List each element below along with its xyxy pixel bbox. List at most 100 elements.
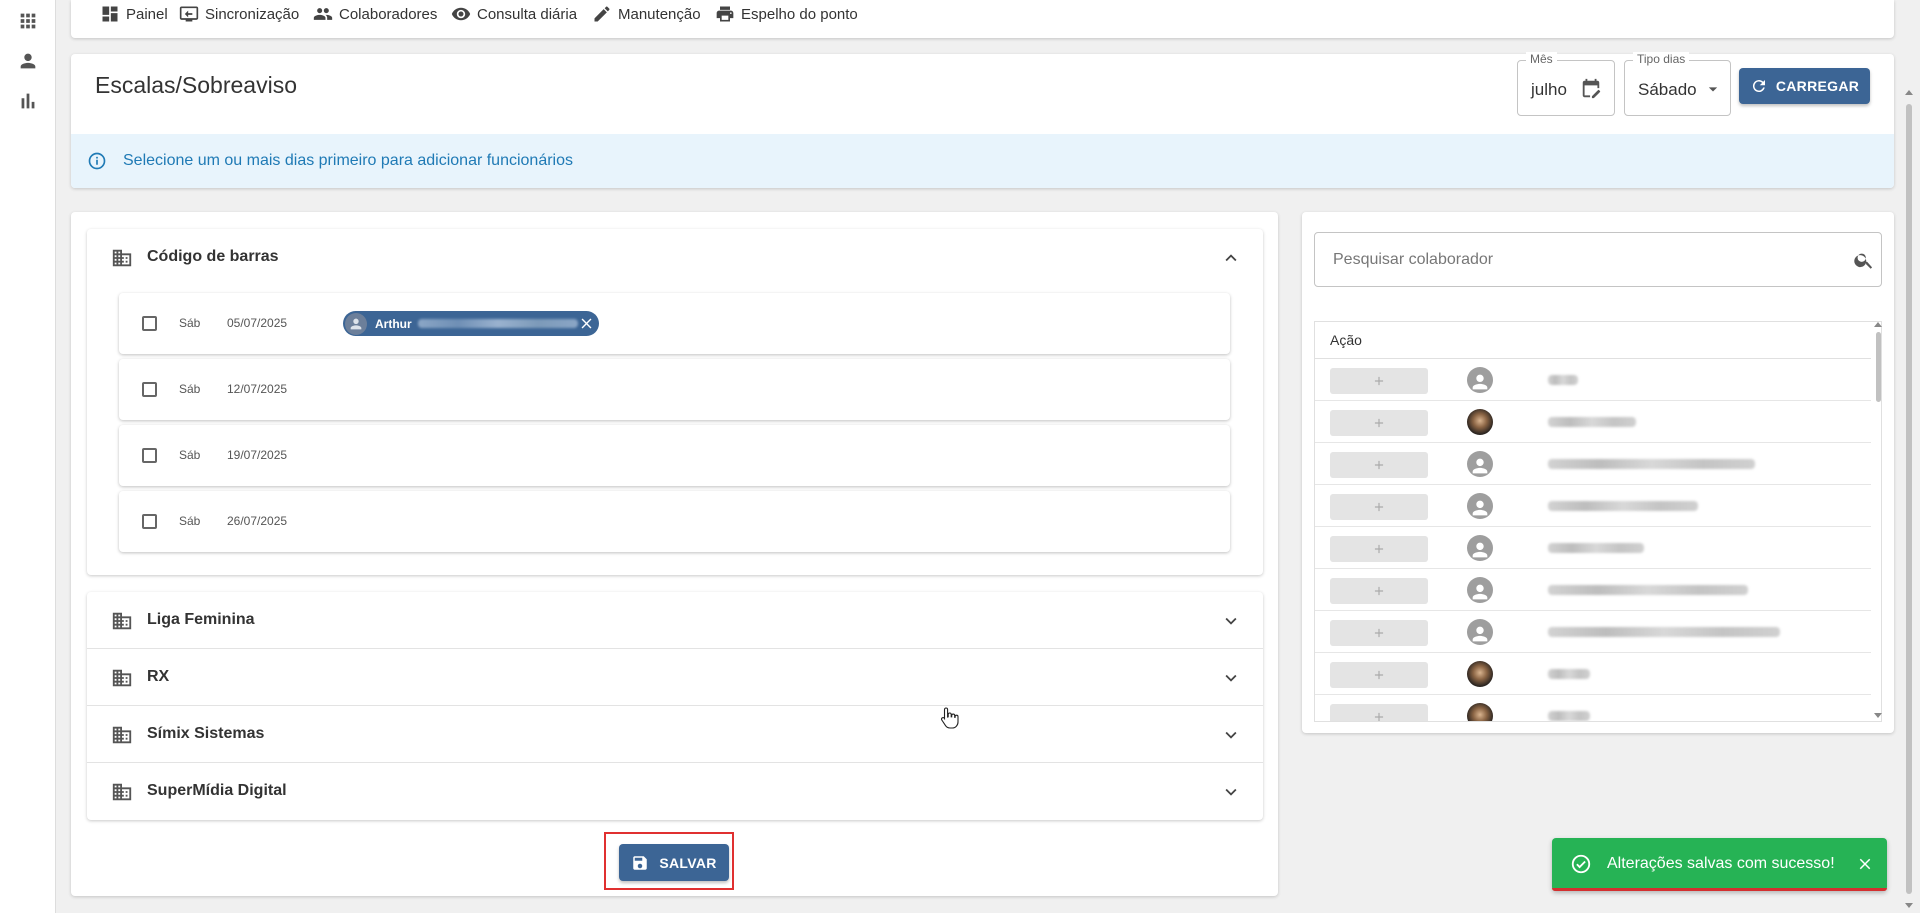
page-scroll-up[interactable] [1905,90,1913,95]
caret-down-icon [1708,87,1718,92]
group-name: Liga Feminina [147,611,255,628]
avatar-photo [1467,661,1493,687]
add-employee-button[interactable] [1330,536,1428,562]
load-button[interactable]: CARREGAR [1739,68,1870,104]
group-name: Código de barras [147,248,279,265]
day-checkbox[interactable] [142,448,157,463]
add-employee-button[interactable] [1330,452,1428,478]
day-row: Sáb 05/07/2025 Arthur [119,293,1230,354]
add-employee-button[interactable] [1330,704,1428,721]
day-checkbox[interactable] [142,316,157,331]
plus-icon [1374,628,1384,638]
nav-espelho-ponto[interactable]: Espelho do ponto [715,4,858,24]
person-avatar-icon [1472,626,1488,642]
person-avatar-icon [1472,584,1488,600]
printer-icon [716,6,734,22]
info-alert: Selecione um ou mais dias primeiro para … [71,134,1894,188]
nav-painel[interactable]: Painel [100,4,168,24]
add-employee-button[interactable] [1330,578,1428,604]
day-type-select[interactable]: Tipo dias Sábado [1624,52,1731,116]
nav-colaboradores[interactable]: Colaboradores [313,4,437,24]
apps-grid-icon[interactable] [17,10,39,32]
avatar [1467,619,1493,645]
add-employee-button[interactable] [1330,368,1428,394]
table-scrollbar-thumb[interactable] [1876,332,1881,402]
day-row: Sáb 19/07/2025 [119,425,1230,486]
chevron-down-icon[interactable] [1220,781,1242,803]
group-name: SuperMídia Digital [147,782,287,799]
day-type-value: Sábado [1638,80,1697,99]
schedule-card: Código de barras Sáb 05/07/2025 Arthur S… [71,212,1278,896]
group-header-simix-sistemas[interactable]: Símix Sistemas [87,706,1263,762]
person-avatar-icon [1472,458,1488,474]
add-employee-button[interactable] [1330,620,1428,646]
nav-sincronizacao[interactable]: Sincronização [179,4,299,24]
side-rail [0,0,56,913]
add-employee-button[interactable] [1330,410,1428,436]
day-checkbox[interactable] [142,514,157,529]
day-row: Sáb 12/07/2025 [119,359,1230,420]
day-date: 19/07/2025 [227,448,288,462]
close-icon[interactable] [578,315,595,332]
success-toast: Alterações salvas com sucesso! [1552,838,1887,891]
search-field[interactable] [1314,232,1882,287]
column-header-acao: Ação [1330,332,1362,348]
person-avatar-icon [1472,500,1488,516]
add-employee-button[interactable] [1330,662,1428,688]
refresh-icon [1752,80,1765,93]
employee-name-redacted [1548,585,1748,595]
group-header-supermidia-digital[interactable]: SuperMídia Digital [87,763,1263,819]
employee-chip[interactable]: Arthur [343,311,599,336]
plus-icon [1374,670,1384,680]
table-scroll-up[interactable] [1874,322,1882,327]
top-navigation: Painel Sincronização Colaboradores Consu… [71,0,1894,38]
month-picker[interactable]: Mês julho [1517,52,1615,116]
check-circle-icon [1571,854,1591,874]
chevron-up-icon[interactable] [1220,247,1242,269]
building-icon [112,783,132,801]
group-name: RX [147,668,170,685]
nav-manutencao[interactable]: Manutenção [592,4,701,24]
page-scroll-down[interactable] [1905,903,1913,908]
avatar [1467,451,1493,477]
employee-table: Ação [1314,321,1882,722]
close-icon[interactable] [1856,855,1874,873]
group-header-liga-feminina[interactable]: Liga Feminina [87,592,1263,648]
table-row [1315,611,1871,653]
chevron-down-icon[interactable] [1220,610,1242,632]
nav-consulta-diaria[interactable]: Consulta diária [451,4,577,24]
day-checkbox[interactable] [142,382,157,397]
bar-chart-icon[interactable] [17,90,39,112]
building-icon [112,726,132,744]
table-row [1315,485,1871,527]
eye-icon [451,7,471,21]
group-header-rx[interactable]: RX [87,649,1263,705]
building-icon [112,612,132,630]
save-button[interactable]: SALVAR [619,844,729,881]
employee-name-redacted [1548,711,1590,721]
page-scrollbar-thumb[interactable] [1906,104,1912,894]
chevron-down-icon[interactable] [1220,724,1242,746]
sync-screen-icon [179,6,199,22]
table-scroll-down[interactable] [1874,713,1882,718]
calendar-edit-icon[interactable] [1580,78,1602,100]
nav-label: Consulta diária [477,5,578,23]
nav-label: Espelho do ponto [741,5,858,23]
chevron-down-icon[interactable] [1220,667,1242,689]
plus-icon [1374,502,1384,512]
chip-avatar [345,312,367,335]
add-employee-button[interactable] [1330,494,1428,520]
pencil-icon [594,6,610,22]
nav-label: Colaboradores [339,5,438,23]
day-date: 12/07/2025 [227,382,288,396]
employee-name-redacted [1548,669,1590,679]
table-row [1315,695,1871,721]
person-icon[interactable] [17,50,39,72]
search-icon[interactable] [1853,249,1875,271]
group-header[interactable]: Código de barras [87,229,1263,285]
search-input[interactable] [1315,233,1835,286]
toast-message: Alterações salvas com sucesso! [1607,855,1835,872]
day-type-label: Tipo dias [1633,52,1690,66]
employee-name-redacted [1548,543,1644,553]
chip-name: Arthur [375,316,412,331]
